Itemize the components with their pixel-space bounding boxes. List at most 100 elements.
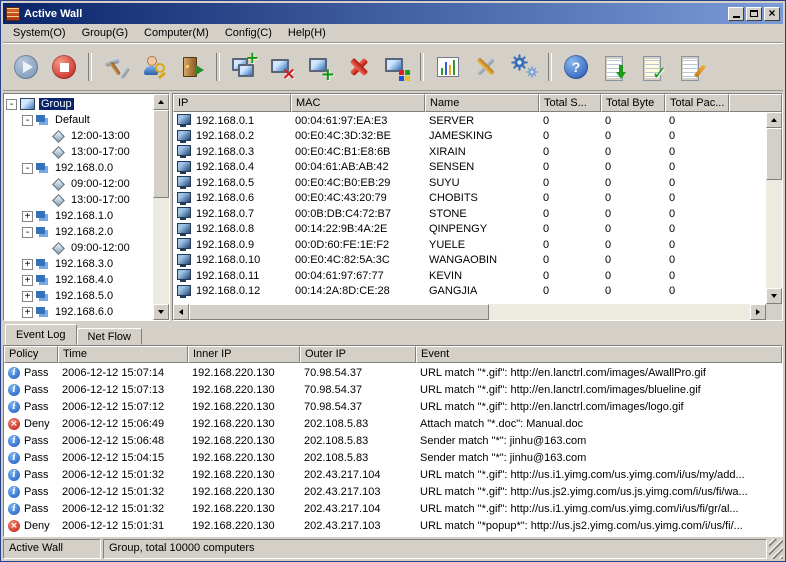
tree-expander[interactable]: + [22,259,33,270]
tree-expander[interactable]: - [22,115,33,126]
column-header[interactable]: Time [58,346,188,363]
column-header[interactable]: Policy [4,346,58,363]
tree-item[interactable]: 13:00-17:00 [4,144,153,160]
scroll-right-button[interactable] [750,304,766,320]
computer-row[interactable]: 192.168.0.5 00:E0:4C:B0:EB:29 SUYU 0 0 0 [173,175,766,191]
tree-item[interactable]: - 192.168.2.0 [4,224,153,240]
computer-row[interactable]: 192.168.0.3 00:E0:4C:B1:E8:6B XIRAIN 0 0… [173,144,766,160]
event-row[interactable]: iPass 2006-12-12 15:01:32 192.168.220.13… [4,466,782,483]
minimize-button[interactable] [728,7,744,21]
column-header[interactable]: IP [173,94,291,112]
scroll-up-button[interactable] [766,112,782,128]
tree-item[interactable]: - 192.168.0.0 [4,160,153,176]
config-button[interactable] [467,49,505,85]
tab[interactable]: Event Log [5,324,77,345]
scrollbar-thumb[interactable] [189,304,489,320]
exit-button[interactable] [173,49,211,85]
computer-row[interactable]: 192.168.0.4 00:04:61:AB:AB:42 SENSEN 0 0… [173,160,766,176]
menu-item[interactable]: Config(C) [217,25,280,41]
event-row[interactable]: ×Deny 2006-12-12 15:06:49 192.168.220.13… [4,415,782,432]
scroll-down-button[interactable] [766,288,782,304]
tree-item[interactable]: 12:00-13:00 [4,128,153,144]
column-header[interactable]: Total Byte [601,94,665,112]
column-header[interactable]: Outer IP [300,346,416,363]
tools-button[interactable] [97,49,135,85]
tree-item-label: Group [39,98,74,110]
close-button[interactable] [764,7,780,21]
tree-expander[interactable]: - [22,227,33,238]
title-bar[interactable]: Active Wall [3,3,783,24]
maximize-button[interactable] [746,7,762,21]
tree-item[interactable]: + 192.168.6.0 [4,304,153,320]
tree-item[interactable]: + 192.168.1.0 [4,208,153,224]
scrollbar-thumb[interactable] [153,110,169,198]
event-row[interactable]: iPass 2006-12-12 15:04:15 192.168.220.13… [4,449,782,466]
event-row[interactable]: iPass 2006-12-12 15:07:12 192.168.220.13… [4,398,782,415]
menu-item[interactable]: Group(G) [74,25,136,41]
tab[interactable]: Net Flow [77,328,142,345]
export-button[interactable] [595,49,633,85]
tree-item[interactable]: - Group [4,96,153,112]
computer-row[interactable]: 192.168.0.11 00:04:61:97:67:77 KEVIN 0 0… [173,268,766,284]
remove-computer-button[interactable]: × [263,49,301,85]
computer-row[interactable]: 192.168.0.2 00:E0:4C:3D:32:BE JAMESKING … [173,129,766,145]
menu-item[interactable]: Help(H) [280,25,334,41]
tree-item[interactable]: + 192.168.5.0 [4,288,153,304]
column-header[interactable]: Name [425,94,539,112]
tree-item[interactable]: 09:00-12:00 [4,176,153,192]
scroll-left-button[interactable] [173,304,189,320]
verify-button[interactable]: ✓ [633,49,671,85]
install-button[interactable]: + [301,49,339,85]
menu-item[interactable]: System(O) [5,25,74,41]
column-header[interactable]: Total S... [539,94,601,112]
scrollbar-thumb[interactable] [766,128,782,180]
computer-row[interactable]: 192.168.0.12 00:14:2A:8D:CE:28 GANGJIA 0… [173,284,766,300]
resize-grip[interactable] [769,539,783,559]
stop-button[interactable] [45,49,83,85]
event-row[interactable]: iPass 2006-12-12 15:06:48 192.168.220.13… [4,432,782,449]
column-header[interactable]: Event [416,346,782,363]
computer-row[interactable]: 192.168.0.10 00:E0:4C:82:5A:3C WANGAOBIN… [173,253,766,269]
tree-expander[interactable]: - [6,99,17,110]
computer-row[interactable]: 192.168.0.1 00:04:61:97:EA:E3 SERVER 0 0… [173,113,766,129]
tree-expander[interactable]: + [22,307,33,318]
scroll-up-button[interactable] [153,94,169,110]
computer-mac: 00:0B:DB:C4:72:B7 [291,208,425,220]
computer-row[interactable]: 192.168.0.8 00:14:22:9B:4A:2E QINPENGY 0… [173,222,766,238]
tree-expander[interactable]: + [22,291,33,302]
computers-vertical-scrollbar[interactable] [766,112,782,304]
chart-button[interactable] [429,49,467,85]
tree-expander[interactable]: + [22,211,33,222]
event-row[interactable]: iPass 2006-12-12 15:07:13 192.168.220.13… [4,381,782,398]
scroll-down-button[interactable] [153,304,169,320]
tree-item[interactable]: + 192.168.4.0 [4,272,153,288]
services-button[interactable] [505,49,543,85]
column-header[interactable]: Inner IP [188,346,300,363]
help-button[interactable]: ? [557,49,595,85]
uninstall-button[interactable] [339,49,377,85]
add-computer-button[interactable]: + [225,49,263,85]
event-row[interactable]: iPass 2006-12-12 15:01:32 192.168.220.13… [4,483,782,500]
policy-button[interactable] [377,49,415,85]
computer-row[interactable]: 192.168.0.7 00:0B:DB:C4:72:B7 STONE 0 0 … [173,206,766,222]
tree-item[interactable]: 13:00-17:00 [4,192,153,208]
event-row[interactable]: iPass 2006-12-12 15:07:14 192.168.220.13… [4,364,782,381]
column-header[interactable]: Total Pac... [665,94,729,112]
computer-total-packets: 0 [665,146,729,158]
computer-row[interactable]: 192.168.0.9 00:0D:60:FE:1E:F2 YUELE 0 0 … [173,237,766,253]
computers-horizontal-scrollbar[interactable] [173,304,782,320]
computer-row[interactable]: 192.168.0.6 00:E0:4C:43:20:79 CHOBITS 0 … [173,191,766,207]
tree-vertical-scrollbar[interactable] [153,94,169,320]
tree-item[interactable]: + 192.168.3.0 [4,256,153,272]
event-row[interactable]: iPass 2006-12-12 15:01:32 192.168.220.13… [4,500,782,517]
column-header[interactable]: MAC [291,94,425,112]
tree-item[interactable]: - Default [4,112,153,128]
event-row[interactable]: ×Deny 2006-12-12 15:01:31 192.168.220.13… [4,517,782,534]
tree-expander[interactable]: + [22,275,33,286]
tree-item[interactable]: 09:00-12:00 [4,240,153,256]
start-button[interactable] [7,49,45,85]
menu-item[interactable]: Computer(M) [136,25,217,41]
tree-expander[interactable]: - [22,163,33,174]
auth-button[interactable] [135,49,173,85]
log-button[interactable] [671,49,709,85]
